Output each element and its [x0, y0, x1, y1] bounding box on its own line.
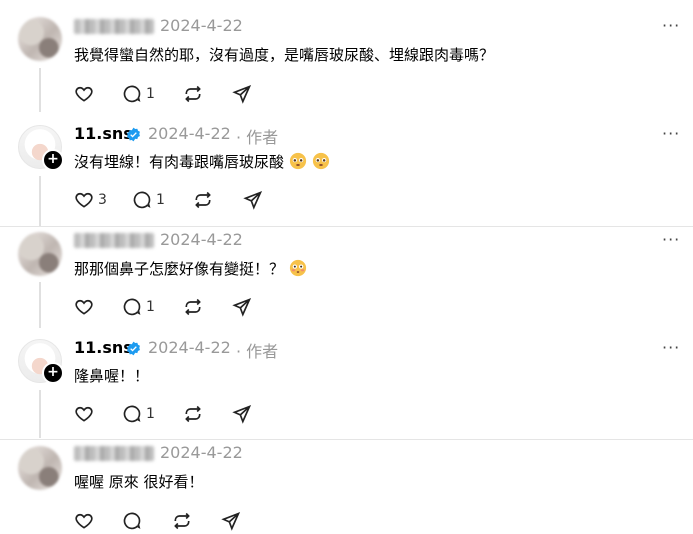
share-icon — [243, 190, 263, 210]
more-icon[interactable]: ··· — [662, 16, 680, 35]
author-tag: · 作者 — [236, 342, 279, 361]
like-button[interactable] — [74, 297, 94, 317]
comment-icon — [123, 405, 141, 423]
heart-icon — [75, 192, 93, 208]
avatar[interactable] — [18, 17, 62, 61]
repost-icon — [185, 405, 201, 423]
divider — [0, 226, 693, 227]
share-button[interactable] — [221, 511, 241, 531]
comment-text: 喔喔 原來 很好看！ — [74, 473, 204, 491]
verified-badge-icon — [127, 127, 140, 142]
avatar[interactable] — [18, 446, 62, 490]
timestamp: 2024-4-22 — [160, 230, 243, 249]
reply-count: 1 — [146, 86, 155, 102]
reply-count: 1 — [146, 406, 155, 422]
pleading-face-emoji — [312, 152, 330, 174]
share-button[interactable] — [243, 190, 263, 210]
repost-button[interactable] — [183, 297, 203, 317]
comment-icon — [123, 512, 141, 530]
author-tag: · 作者 — [236, 128, 279, 147]
repost-icon — [185, 85, 201, 103]
repost-button[interactable] — [183, 84, 203, 104]
plus-icon[interactable]: + — [42, 149, 64, 171]
repost-icon — [174, 512, 190, 530]
reply-button[interactable]: 1 — [132, 190, 165, 210]
plus-icon[interactable]: + — [42, 362, 64, 384]
thread-line — [39, 282, 41, 328]
repost-icon — [185, 298, 201, 316]
like-button[interactable]: 3 — [74, 190, 107, 210]
like-button[interactable] — [74, 84, 94, 104]
repost-button[interactable] — [183, 404, 203, 424]
pleading-face-emoji — [289, 152, 307, 174]
share-button[interactable] — [232, 84, 252, 104]
heart-icon — [75, 86, 93, 102]
comment-icon — [133, 191, 151, 209]
divider — [0, 439, 693, 440]
comment-icon — [123, 85, 141, 103]
like-count: 3 — [98, 192, 107, 208]
heart-icon — [75, 299, 93, 315]
reply-button[interactable] — [122, 511, 142, 531]
repost-icon — [195, 191, 211, 209]
username-blurred[interactable] — [74, 19, 154, 34]
heart-icon — [75, 406, 93, 422]
reply-count: 1 — [146, 299, 155, 315]
share-icon — [232, 297, 252, 317]
timestamp: 2024-4-22 — [160, 443, 243, 462]
like-button[interactable] — [74, 511, 94, 531]
like-button[interactable] — [74, 404, 94, 424]
comment-text: 那那個鼻子怎麼好像有變挺！？ — [74, 258, 307, 281]
heart-icon — [75, 513, 93, 529]
share-button[interactable] — [232, 404, 252, 424]
username[interactable]: 11.sns — [74, 124, 133, 143]
username[interactable]: 11.sns — [74, 338, 133, 357]
reply-button[interactable]: 1 — [122, 84, 155, 104]
timestamp: 2024-4-22 — [148, 338, 231, 357]
thread-line — [39, 176, 41, 226]
more-icon[interactable]: ··· — [662, 124, 680, 143]
share-icon — [232, 404, 252, 424]
avatar[interactable] — [18, 232, 62, 276]
thread-line — [39, 68, 41, 112]
verified-badge-icon — [127, 341, 140, 356]
comment-text: 沒有埋線！有肉毒跟嘴唇玻尿酸 — [74, 151, 330, 174]
reply-button[interactable]: 1 — [122, 404, 155, 424]
more-icon[interactable]: ··· — [662, 230, 680, 249]
share-button[interactable] — [232, 297, 252, 317]
username-blurred[interactable] — [74, 233, 154, 248]
reply-count: 1 — [156, 192, 165, 208]
reply-button[interactable]: 1 — [122, 297, 155, 317]
share-icon — [232, 84, 252, 104]
repost-button[interactable] — [193, 190, 213, 210]
timestamp: 2024-4-22 — [160, 16, 243, 35]
timestamp: 2024-4-22 — [148, 124, 231, 143]
comment-icon — [123, 298, 141, 316]
thread-line — [39, 390, 41, 438]
share-icon — [221, 511, 241, 531]
username-blurred[interactable] — [74, 446, 154, 461]
comment-text: 我覺得蠻自然的耶，沒有過度，是嘴唇玻尿酸、埋線跟肉毒嗎？ — [74, 46, 495, 64]
flushed-face-emoji — [289, 259, 307, 281]
more-icon[interactable]: ··· — [662, 338, 680, 357]
repost-button[interactable] — [172, 511, 192, 531]
comment-text: 隆鼻喔！！ — [74, 367, 150, 385]
